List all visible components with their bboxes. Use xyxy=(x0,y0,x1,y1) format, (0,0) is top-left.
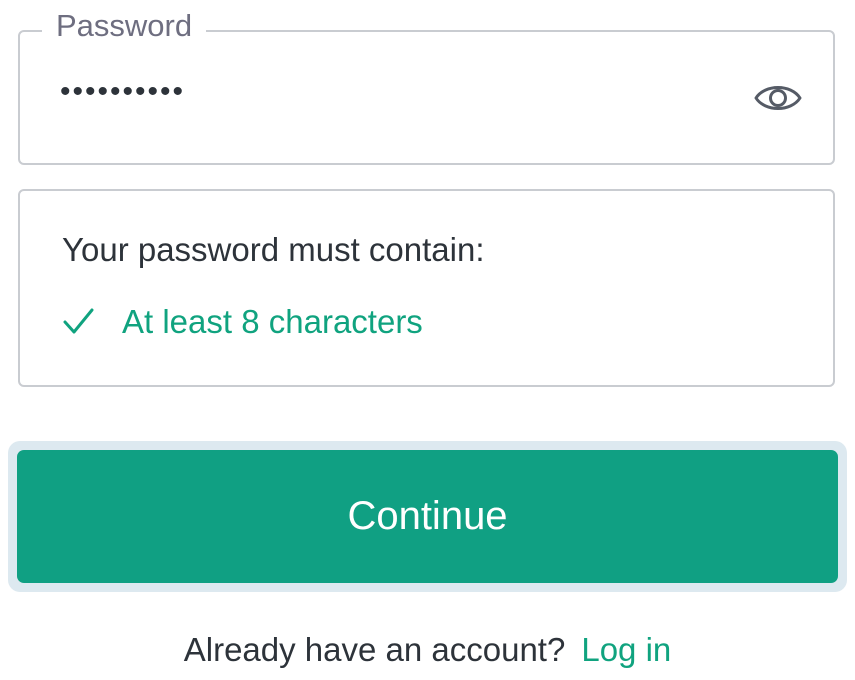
signup-password-page: Password •••••••••• Your password must c… xyxy=(0,0,855,680)
password-requirements-box xyxy=(18,189,835,387)
check-icon-svg xyxy=(63,308,94,334)
login-prompt-text: Already have an account? xyxy=(183,631,566,668)
login-prompt: Already have an account? Log in xyxy=(0,628,855,672)
requirements-title: Your password must contain: xyxy=(62,231,485,268)
check-icon xyxy=(62,304,96,338)
password-input[interactable]: •••••••••• xyxy=(60,72,185,112)
continue-button[interactable]: Continue xyxy=(17,450,838,583)
eye-icon-svg xyxy=(754,86,802,110)
eye-icon[interactable] xyxy=(753,78,803,118)
password-label: Password xyxy=(42,6,207,46)
requirement-min-length: At least 8 characters xyxy=(122,303,423,340)
login-link[interactable]: Log in xyxy=(581,631,671,668)
